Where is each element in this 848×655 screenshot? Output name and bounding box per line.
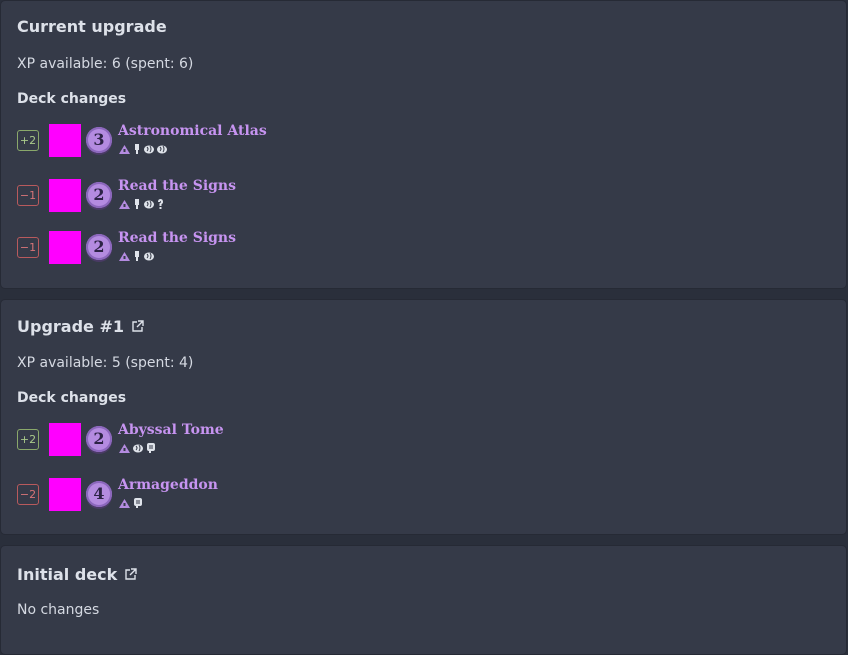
seeker-class-icon — [119, 443, 130, 453]
card-icons — [119, 199, 164, 209]
quantity-change-badge: +2 — [17, 130, 39, 151]
card-thumbnail[interactable] — [49, 423, 81, 456]
upgrade-1-panel: Upgrade #1 XP available: 5 (spent: 4) De… — [0, 299, 847, 535]
quantity-change-badge: −1 — [17, 237, 39, 258]
card-icons — [119, 443, 155, 453]
card-icons — [119, 498, 142, 508]
initial-deck-panel: Initial deck No changes — [0, 545, 847, 655]
section-title: Current upgrade — [17, 17, 167, 36]
quantity-change-badge: −2 — [17, 484, 39, 505]
external-link-icon[interactable] — [124, 566, 137, 585]
willpower-icon — [133, 251, 141, 261]
no-changes-text: No changes — [17, 602, 100, 618]
card-thumbnail[interactable] — [49, 231, 81, 264]
intellect-icon — [133, 444, 143, 453]
external-link-icon[interactable] — [131, 318, 144, 337]
card-icons — [119, 144, 167, 154]
section-title: Upgrade #1 — [17, 317, 144, 337]
deck-change-row[interactable]: +2 2 Abyssal Tome — [1, 422, 401, 457]
current-upgrade-panel: Current upgrade XP available: 6 (spent: … — [0, 0, 847, 289]
intellect-icon — [144, 252, 154, 261]
card-name-link[interactable]: Abyssal Tome — [118, 422, 224, 438]
section-title: Initial deck — [17, 565, 137, 585]
seeker-class-icon — [119, 144, 130, 154]
xp-available-text: XP available: 6 (spent: 6) — [17, 56, 194, 72]
intellect-icon — [157, 145, 167, 154]
card-thumbnail[interactable] — [49, 124, 81, 157]
willpower-icon — [133, 199, 141, 209]
seeker-class-icon — [119, 199, 130, 209]
willpower-icon — [133, 144, 141, 154]
deck-change-row[interactable]: +2 3 Astronomical Atlas — [1, 123, 401, 158]
seeker-class-icon — [119, 251, 130, 261]
wild-icon — [157, 199, 164, 209]
cost-coin-icon: 3 — [86, 127, 112, 153]
card-name-link[interactable]: Read the Signs — [118, 230, 236, 246]
intellect-icon — [144, 145, 154, 154]
deck-change-row[interactable]: −2 4 Armageddon — [1, 477, 401, 512]
card-name-link[interactable]: Astronomical Atlas — [118, 123, 267, 139]
card-name-link[interactable]: Armageddon — [118, 477, 218, 493]
cost-coin-icon: 2 — [86, 426, 112, 452]
cost-coin-icon: 2 — [86, 234, 112, 260]
combat-icon — [146, 443, 155, 453]
quantity-change-badge: −1 — [17, 185, 39, 206]
seeker-class-icon — [119, 498, 130, 508]
card-thumbnail[interactable] — [49, 179, 81, 212]
deck-changes-heading: Deck changes — [17, 390, 127, 406]
card-thumbnail[interactable] — [49, 478, 81, 511]
deck-change-row[interactable]: −1 2 Read the Signs — [1, 178, 401, 213]
quantity-change-badge: +2 — [17, 429, 39, 450]
card-icons — [119, 251, 154, 261]
card-name-link[interactable]: Read the Signs — [118, 178, 236, 194]
intellect-icon — [144, 200, 154, 209]
deck-change-row[interactable]: −1 2 Read the Signs — [1, 230, 401, 265]
combat-icon — [133, 498, 142, 508]
deck-changes-heading: Deck changes — [17, 91, 127, 107]
cost-coin-icon: 2 — [86, 182, 112, 208]
cost-coin-icon: 4 — [86, 481, 112, 507]
xp-available-text: XP available: 5 (spent: 4) — [17, 355, 194, 371]
